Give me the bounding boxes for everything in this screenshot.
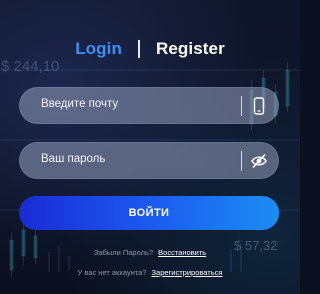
forgot-password-text: Забыли Пароль? — [93, 248, 154, 257]
forgot-password-row: Забыли Пароль? Восстановить — [0, 248, 300, 257]
email-field-divider — [241, 96, 242, 116]
restore-password-link[interactable]: Восстановить — [158, 248, 206, 257]
no-account-text: У вас нет аккаунта? — [77, 268, 147, 277]
eye-slash-icon[interactable] — [251, 152, 267, 170]
auth-tabs: Login Register — [0, 38, 300, 60]
price-ticker-top: $ 244,10 — [1, 58, 60, 75]
tab-register[interactable]: Register — [156, 39, 225, 59]
password-field[interactable]: Ваш пароль — [19, 142, 279, 179]
password-placeholder: Ваш пароль — [41, 153, 106, 165]
tab-login[interactable]: Login — [75, 39, 122, 59]
signup-row: У вас нет аккаунта? Зарегистрироваться — [0, 268, 300, 277]
email-field[interactable]: Введите почту — [19, 87, 279, 124]
phone-icon — [251, 97, 267, 115]
login-submit-button[interactable]: ВОЙТИ — [19, 196, 279, 230]
password-field-divider — [241, 151, 242, 171]
register-link[interactable]: Зарегистрироваться — [152, 268, 223, 277]
email-placeholder: Введите почту — [41, 98, 119, 110]
tab-divider — [137, 40, 140, 58]
